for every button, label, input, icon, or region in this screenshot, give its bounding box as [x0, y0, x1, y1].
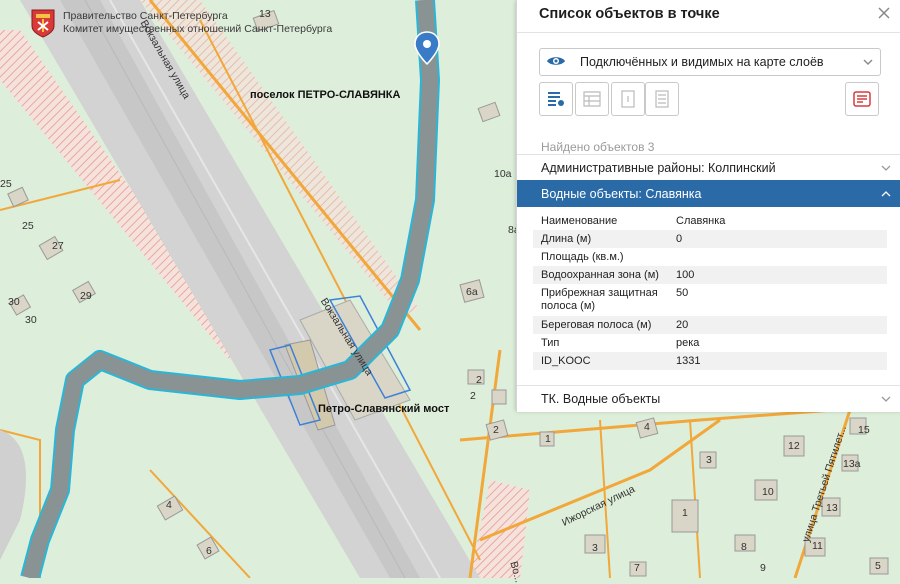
card-icon — [621, 90, 635, 108]
attr-row: Береговая полоса (м) 20 — [533, 316, 887, 334]
attr-key: Береговая полоса (м) — [541, 319, 652, 331]
settlement-label: поселок ПЕТРО-СЛАВЯНКА — [250, 89, 401, 101]
attr-key: Площадь (кв.м.) — [541, 251, 624, 263]
attr-value: 100 — [676, 269, 695, 281]
house-number: 5 — [875, 560, 881, 572]
house-number: 30 — [8, 296, 20, 308]
house-number: 29 — [80, 290, 92, 302]
section-water-objects[interactable]: Водные объекты: Славянка — [517, 180, 900, 207]
house-number: 12 — [788, 440, 800, 452]
house-number: 6 — [206, 545, 212, 557]
close-icon[interactable] — [877, 6, 891, 20]
house-number: 4 — [166, 499, 172, 511]
panel-title: Список объектов в точке — [539, 6, 720, 22]
attr-value: 0 — [676, 233, 683, 245]
attr-key: ID_KOOC — [541, 355, 591, 367]
attr-value: Славянка — [676, 215, 726, 227]
chevron-up-icon — [881, 191, 891, 197]
attr-value: 50 — [676, 287, 689, 299]
section-tk-water-objects[interactable]: ТК. Водные объекты — [517, 385, 900, 412]
section-label: Водные объекты: Славянка — [541, 187, 702, 201]
attr-key: Прибрежная защитная полоса (м) — [541, 287, 658, 312]
table-view-button[interactable] — [575, 82, 609, 116]
house-number: 3 — [592, 542, 598, 554]
layer-filter-select[interactable]: Подключённых и видимых на карте слоёв — [539, 48, 881, 76]
house-number: 11 — [812, 540, 823, 552]
document-icon — [655, 90, 669, 108]
found-count: Найдено объектов 3 — [541, 140, 655, 154]
layers-eye-icon — [547, 57, 565, 65]
report-button[interactable] — [845, 82, 879, 116]
layer-select-value: Подключённых и видимых на карте слоёв — [580, 55, 824, 69]
attr-key: Длина (м) — [541, 233, 592, 245]
house-number: 8 — [741, 541, 747, 553]
house-number: 13 — [826, 502, 838, 514]
house-number: 13а — [843, 458, 861, 470]
list-view-button[interactable] — [539, 82, 573, 116]
house-number: 30 — [25, 314, 37, 326]
house-number: 10а — [494, 168, 512, 180]
attr-row: ID_KOOC 1331 — [533, 352, 887, 370]
spb-coat-of-arms-icon — [31, 9, 55, 38]
header-line2: Комитет имущественных отношений Санкт-Пе… — [63, 23, 333, 35]
house-number: 6а — [466, 286, 478, 298]
attr-row: Водоохранная зона (м) 100 — [533, 266, 887, 284]
house-number: 25 — [0, 178, 12, 190]
attr-row: Площадь (кв.м.) — [533, 248, 887, 266]
section-label: Административные районы: Колпинский — [541, 161, 776, 175]
attr-value: 1331 — [676, 355, 701, 367]
house-number: 15 — [858, 424, 870, 436]
house-number: 1 — [682, 507, 688, 519]
attr-row: Наименование Славянка — [533, 212, 887, 230]
attr-row: Тип река — [533, 334, 887, 352]
house-number: 7 — [634, 562, 640, 574]
house-number: 27 — [52, 240, 64, 252]
bridge-label: Петро-Славянский мост — [318, 403, 450, 415]
objects-at-point-panel: Список объектов в точке Подключённых и в… — [516, 0, 900, 412]
house-number: 10 — [762, 486, 774, 498]
section-label: ТК. Водные объекты — [541, 392, 661, 406]
header-org-name: Правительство Санкт-Петербурга Комитет и… — [63, 10, 332, 36]
house-number: 4 — [644, 421, 650, 433]
house-number: 9 — [760, 562, 766, 574]
attributes-table: Наименование Славянка Длина (м) 0 Площад… — [533, 212, 887, 370]
house-number: 3 — [706, 454, 712, 466]
chevron-down-icon — [881, 396, 891, 402]
attr-value: 20 — [676, 319, 689, 331]
house-number: 2 — [476, 374, 482, 386]
house-number: 2 — [470, 390, 476, 402]
card-view-button[interactable] — [611, 82, 645, 116]
house-number: 25 — [22, 220, 34, 232]
attr-row: Прибрежная защитная полоса (м) 50 — [533, 284, 887, 316]
attr-key: Водоохранная зона (м) — [541, 269, 659, 281]
header-line1: Правительство Санкт-Петербурга — [63, 10, 228, 22]
list-pin-icon — [548, 92, 564, 106]
document-view-button[interactable] — [645, 82, 679, 116]
attr-key: Наименование — [541, 215, 618, 227]
attr-value: река — [676, 337, 700, 349]
section-admin-districts[interactable]: Административные районы: Колпинский — [517, 154, 900, 181]
report-icon — [853, 91, 871, 107]
house-number: 1 — [545, 433, 551, 445]
house-number: 2 — [493, 424, 499, 436]
chevron-down-icon — [881, 165, 891, 171]
panel-divider — [517, 32, 900, 33]
attr-key: Тип — [541, 337, 560, 349]
house-number: 13 — [259, 8, 271, 20]
attr-row: Длина (м) 0 — [533, 230, 887, 248]
table-icon — [583, 91, 601, 107]
chevron-down-icon — [863, 59, 873, 65]
